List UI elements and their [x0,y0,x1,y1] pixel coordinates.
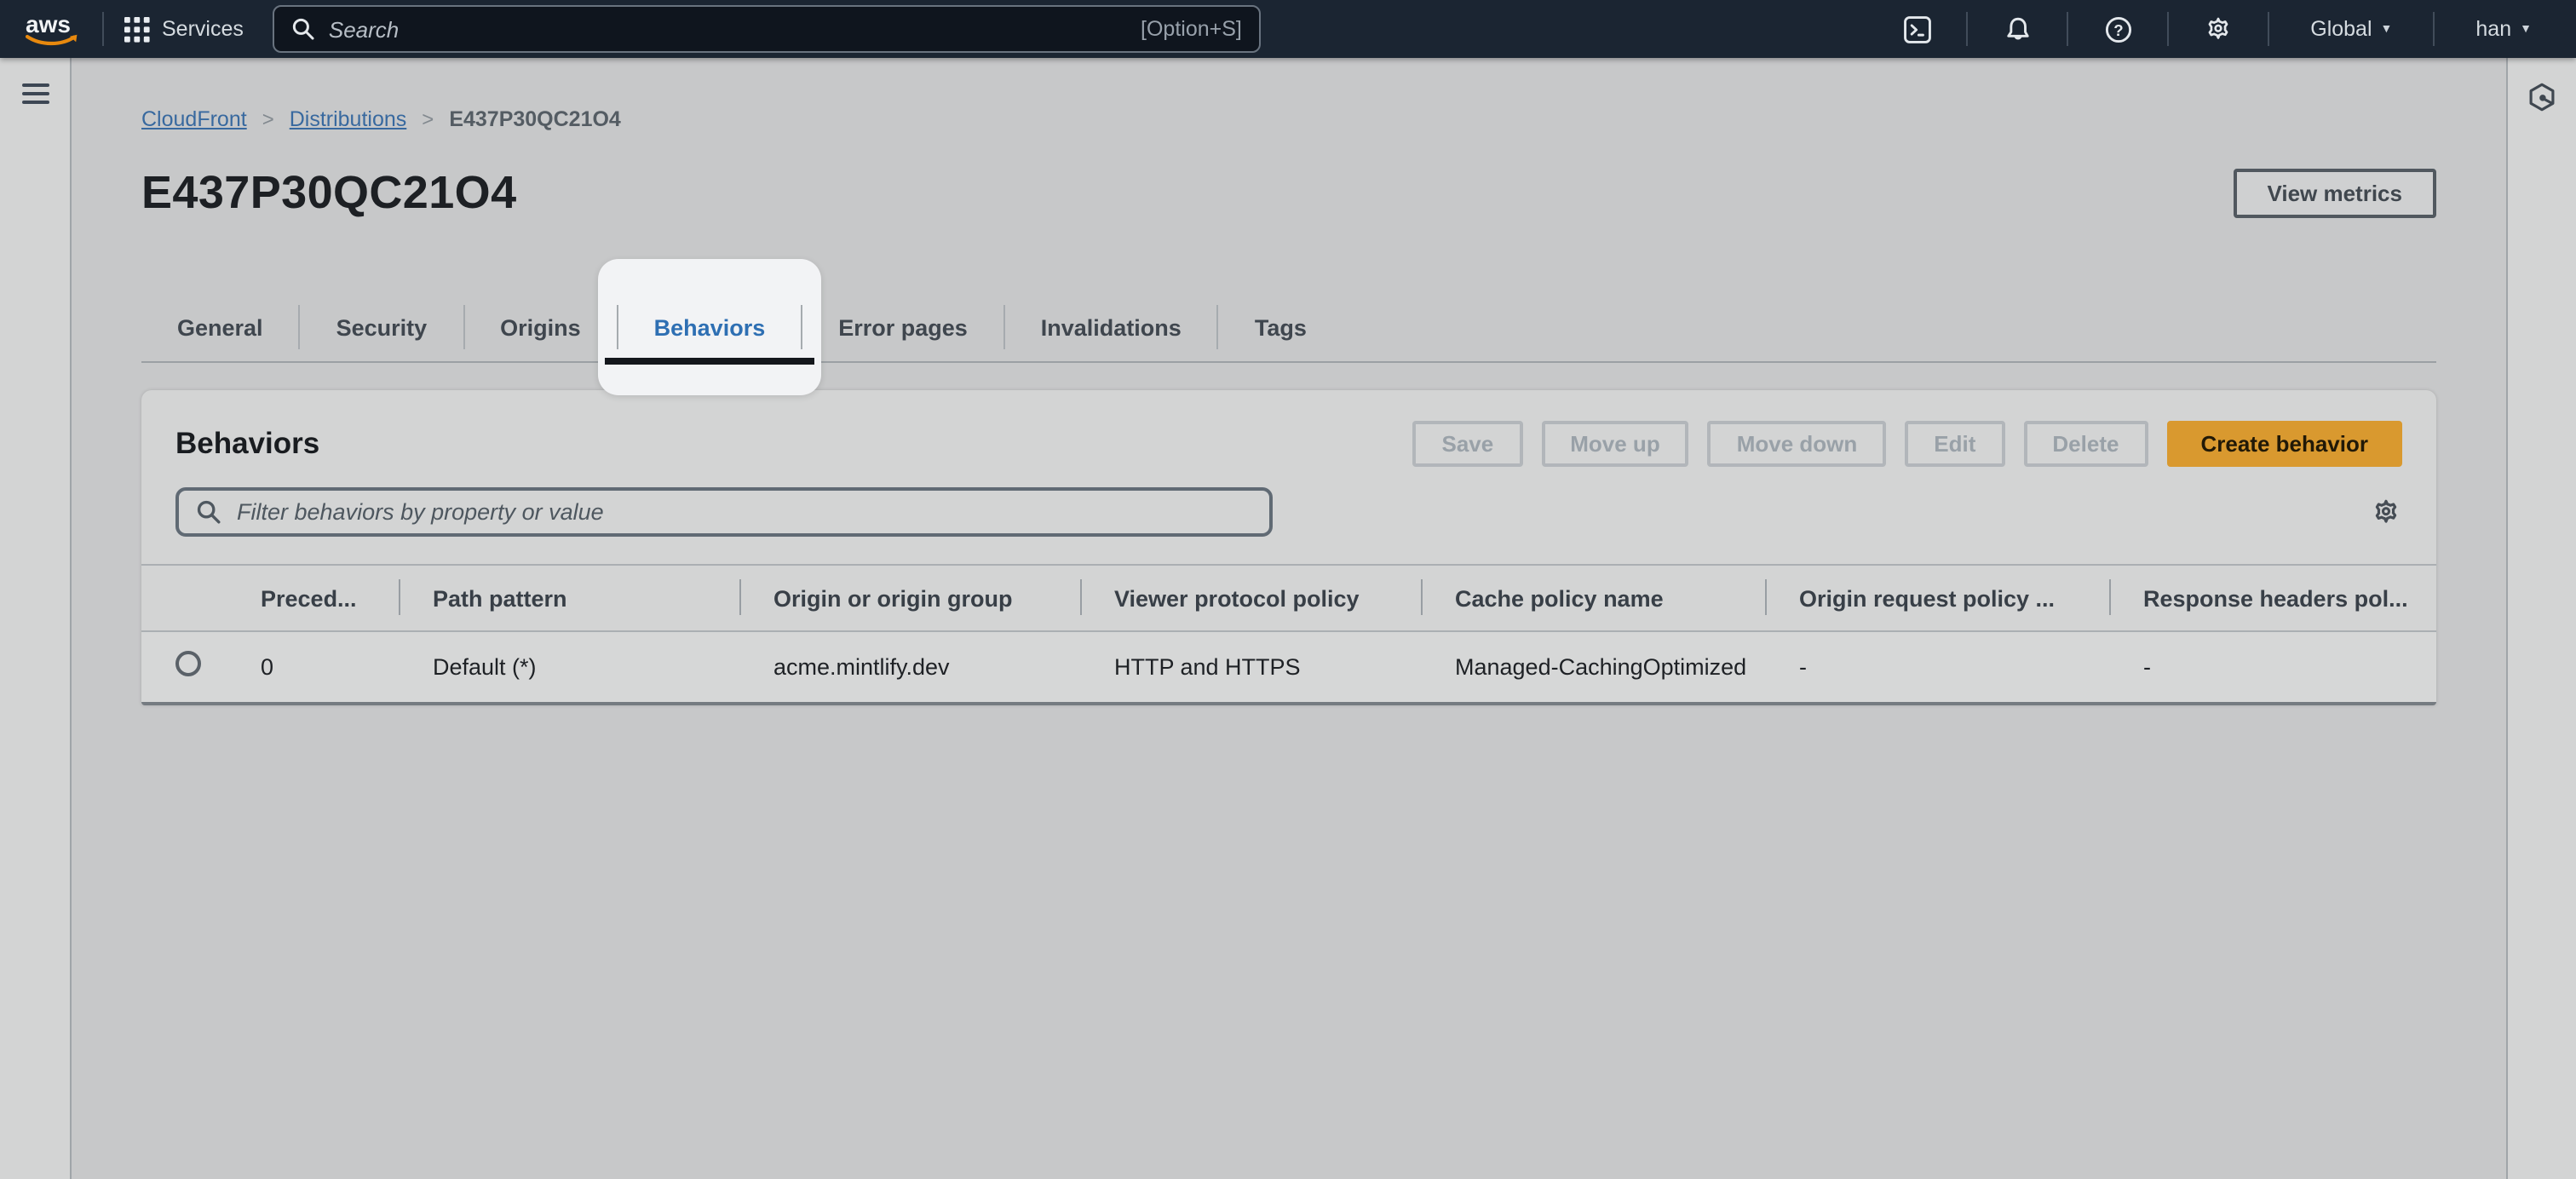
edit-button[interactable]: Edit [1905,421,2004,467]
cell-cache-policy-name: Managed-CachingOptimized [1421,631,1765,701]
search-shortcut-hint: [Option+S] [1141,17,1242,41]
notifications-button[interactable] [1988,14,2046,43]
cell-path-pattern: Default (*) [399,631,739,701]
page-header: E437P30QC21O4 View metrics [141,167,2436,220]
tab-tags[interactable]: Tags [1219,295,1343,361]
right-sidebar-strip [2506,58,2576,1179]
tab-divider [801,305,802,349]
tab-divider [617,305,618,349]
tab-error-pages[interactable]: Error pages [802,295,1003,361]
open-navigation-button[interactable] [21,83,49,104]
table-row[interactable]: 0 Default (*) acme.mintlify.dev HTTP and… [141,631,2436,701]
cell-response-headers-policy: - [2109,631,2436,701]
tab-security[interactable]: Security [301,295,463,361]
region-label: Global [2310,17,2372,41]
services-grid-icon [124,16,150,42]
topbar-divider [1966,12,1968,46]
breadcrumb-cloudfront-link[interactable]: CloudFront [141,107,247,131]
filter-behaviors-input[interactable]: Filter behaviors by property or value [175,487,1273,537]
services-label: Services [162,17,244,41]
save-button[interactable]: Save [1413,421,1523,467]
column-header-path-pattern: Path pattern [399,565,739,631]
tab-divider [463,305,464,349]
topbar-divider [2067,12,2068,46]
behaviors-panel: Behaviors Save Move up Move down Edit De… [141,390,2436,705]
account-menu[interactable]: han ▼ [2455,17,2552,41]
behaviors-table: Preced... Path pattern Origin or origin … [141,564,2436,701]
topbar-divider [2268,12,2269,46]
topbar-divider [102,12,104,46]
tab-invalidations[interactable]: Invalidations [1005,295,1217,361]
left-sidebar-strip [0,58,72,1179]
region-selector[interactable]: Global ▼ [2290,17,2412,41]
chevron-right-icon: > [262,107,274,131]
behaviors-panel-title: Behaviors [175,426,319,462]
breadcrumb-current: E437P30QC21O4 [449,107,621,131]
column-header-viewer-protocol-policy: Viewer protocol policy [1080,565,1421,631]
breadcrumb: CloudFront > Distributions > E437P30QC21… [141,107,2436,131]
help-button[interactable]: ? [2089,14,2147,43]
chevron-down-icon: ▼ [2381,23,2393,35]
behaviors-panel-header: Behaviors Save Move up Move down Edit De… [141,390,2436,467]
main-content: CloudFront > Distributions > E437P30QC21… [70,58,2508,1179]
aws-console-page: aws Services [0,0,2576,1179]
tab-origins[interactable]: Origins [464,295,617,361]
amazon-q-hexagon-icon [2527,82,2557,112]
tab-divider [1003,305,1005,349]
tab-bar: General Security Origins Behaviors Error… [141,261,2436,363]
search-icon [196,499,221,525]
gear-icon [2203,14,2234,44]
gear-icon [2370,496,2402,528]
column-header-origin-request-policy: Origin request policy ... [1765,565,2109,631]
behaviors-actions: Save Move up Move down Edit Delete Creat… [1413,421,2403,467]
tab-divider [299,305,301,349]
tab-general[interactable]: General [141,295,299,361]
chevron-right-icon: > [422,107,434,131]
column-header-precedence: Preced... [227,565,399,631]
aws-logo[interactable]: aws [20,10,82,48]
breadcrumb-distributions-link[interactable]: Distributions [290,107,407,131]
cloudshell-button[interactable] [1888,14,1946,43]
tab-behaviors[interactable]: Behaviors [618,295,802,361]
column-header-cache-policy-name: Cache policy name [1421,565,1765,631]
column-header-response-headers-policy: Response headers pol... [2109,565,2436,631]
cell-viewer-protocol-policy: HTTP and HTTPS [1080,631,1421,701]
help-icon: ? [2103,14,2132,43]
search-placeholder: Search [329,16,399,42]
aws-logo-icon: aws [20,10,82,48]
column-header-origin: Origin or origin group [739,565,1080,631]
table-header-row: Preced... Path pattern Origin or origin … [141,565,2436,631]
view-metrics-button[interactable]: View metrics [2233,169,2436,218]
move-up-button[interactable]: Move up [1541,421,1688,467]
move-down-button[interactable]: Move down [1708,421,1887,467]
topbar-divider [2167,12,2169,46]
bell-icon [2003,14,2032,43]
cell-origin: acme.mintlify.dev [739,631,1080,701]
services-menu-button[interactable]: Services [124,16,244,42]
create-behavior-button[interactable]: Create behavior [2166,421,2402,467]
cell-precedence: 0 [227,631,399,701]
svg-text:?: ? [2113,20,2123,38]
chevron-down-icon: ▼ [2520,23,2532,35]
topbar-divider [2433,12,2435,46]
svg-text:aws: aws [26,11,71,37]
tab-divider [1217,305,1219,349]
account-label: han [2475,17,2511,41]
amazon-q-button[interactable] [2527,82,2557,112]
settings-button[interactable] [2189,14,2247,44]
filter-row: Filter behaviors by property or value [141,467,2436,537]
top-navigation-bar: aws Services [0,0,2576,58]
row-select-radio[interactable] [175,652,201,677]
cloudshell-terminal-icon [1902,14,1931,43]
search-input[interactable]: Search [Option+S] [273,5,1261,53]
select-column-header [141,565,227,631]
page-title: E437P30QC21O4 [141,167,517,220]
filter-placeholder: Filter behaviors by property or value [237,499,604,525]
cell-origin-request-policy: - [1765,631,2109,701]
search-icon [291,17,315,41]
table-preferences-button[interactable] [2370,496,2402,528]
delete-button[interactable]: Delete [2023,421,2148,467]
